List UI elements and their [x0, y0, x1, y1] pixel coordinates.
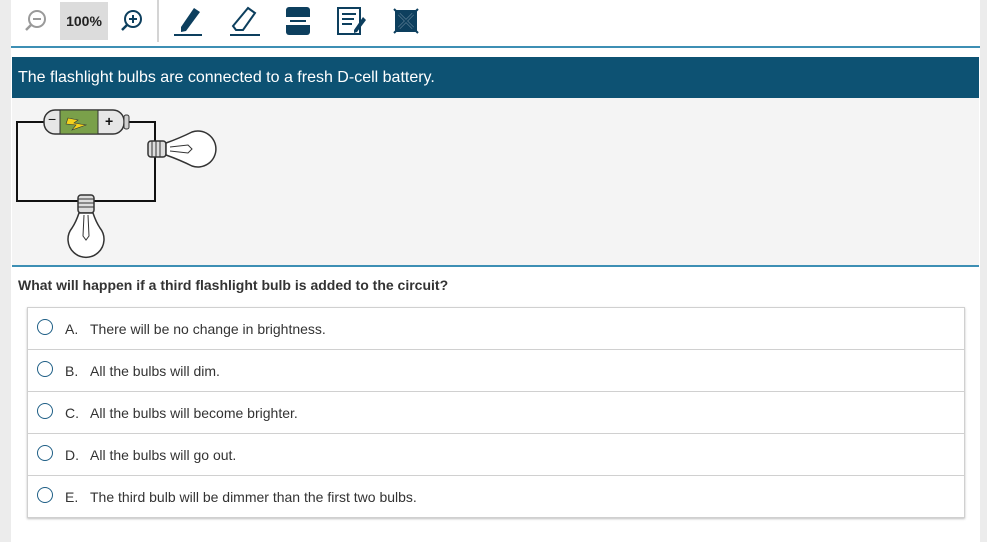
option-letter: A.: [65, 320, 79, 337]
zoom-in-icon: [121, 10, 142, 31]
option-text: There will be no change in brightness.: [90, 320, 326, 337]
eraser-icon: [230, 6, 260, 36]
option-text: All the bulbs will go out.: [90, 446, 237, 463]
notepad-icon: [337, 7, 366, 35]
circuit-diagram: − +: [16, 109, 217, 258]
option-letter: C.: [65, 404, 79, 421]
radio-button[interactable]: [37, 361, 53, 377]
notepad-button[interactable]: [336, 2, 368, 40]
question-text: What will happen if a third flashlight b…: [18, 277, 449, 293]
toolbar-separator: [157, 0, 159, 42]
answer-option-d[interactable]: D. All the bulbs will go out.: [28, 434, 964, 476]
option-text: The third bulb will be dimmer than the f…: [90, 488, 417, 505]
toolbar: 100%: [11, 0, 980, 48]
bulb-right: [147, 130, 217, 168]
line-reader-icon: [286, 7, 310, 35]
option-text: All the bulbs will dim.: [90, 362, 220, 379]
battery: − +: [43, 109, 130, 135]
option-letter: E.: [65, 488, 79, 505]
battery-minus-label: −: [48, 111, 56, 127]
answer-option-b[interactable]: B. All the bulbs will dim.: [28, 350, 964, 392]
battery-plus-label: +: [105, 113, 113, 129]
zoom-out-button[interactable]: [23, 2, 49, 40]
eraser-button[interactable]: [227, 2, 263, 40]
answer-eliminator-button[interactable]: [392, 2, 420, 40]
item-panel: 100% The flashlight bulbs are connected …: [11, 0, 980, 542]
zoom-level: 100%: [60, 2, 108, 40]
zoom-in-button[interactable]: [119, 2, 145, 40]
zoom-out-icon: [25, 10, 46, 31]
bulb-bottom: [67, 194, 105, 258]
answer-option-e[interactable]: E. The third bulb will be dimmer than th…: [28, 476, 964, 517]
option-text: All the bulbs will become brighter.: [90, 404, 298, 421]
stem-figure-area: − +: [12, 98, 979, 267]
radio-button[interactable]: [37, 445, 53, 461]
radio-button[interactable]: [37, 319, 53, 335]
answer-options: A. There will be no change in brightness…: [27, 307, 965, 518]
answer-option-a[interactable]: A. There will be no change in brightness…: [28, 308, 964, 350]
radio-button[interactable]: [37, 403, 53, 419]
highlighter-icon: [174, 8, 202, 36]
highlighter-button[interactable]: [171, 2, 207, 40]
answer-option-c[interactable]: C. All the bulbs will become brighter.: [28, 392, 964, 434]
option-letter: B.: [65, 362, 79, 379]
answer-eliminator-icon: [393, 8, 419, 34]
radio-button[interactable]: [37, 487, 53, 503]
stem-text: The flashlight bulbs are connected to a …: [12, 57, 979, 98]
line-reader-button[interactable]: [283, 2, 313, 40]
option-letter: D.: [65, 446, 79, 463]
